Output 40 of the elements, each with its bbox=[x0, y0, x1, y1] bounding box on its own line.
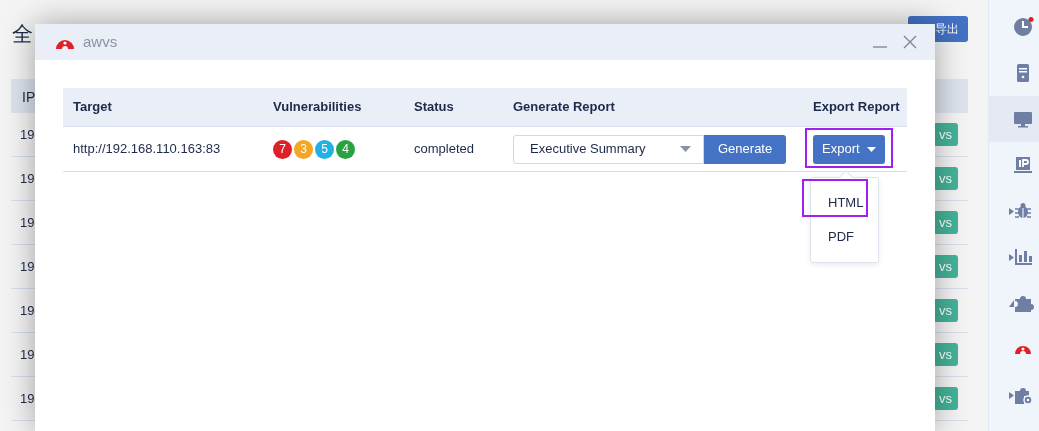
export-button[interactable]: Export bbox=[813, 134, 885, 164]
select-field[interactable]: Executive Summary bbox=[513, 134, 704, 164]
sidebar-item[interactable] bbox=[989, 96, 1039, 142]
table-cell-text: 19 bbox=[20, 213, 35, 232]
table-cell-text: 19 bbox=[20, 345, 35, 364]
tag-badge: vs bbox=[933, 342, 958, 367]
bar-chart-icon bbox=[1012, 247, 1033, 267]
table-cell-text: 19 bbox=[20, 169, 35, 188]
close-icon bbox=[903, 35, 917, 49]
table-cell-text: 19 bbox=[20, 389, 35, 408]
tag-badge: vs bbox=[933, 210, 958, 235]
count-badge: 4 bbox=[336, 139, 355, 159]
count-badge: 5 bbox=[315, 139, 334, 159]
caret-icon bbox=[680, 146, 691, 152]
table-cell-text: http://192.168.110.163:83 bbox=[72, 140, 222, 159]
monitor-icon bbox=[1012, 109, 1033, 129]
minimize-icon bbox=[873, 46, 887, 48]
generate-button[interactable]: Generate bbox=[704, 134, 787, 164]
count-badge: 3 bbox=[294, 139, 313, 159]
menu-item[interactable]: HTML bbox=[811, 185, 864, 220]
table-cell-text: 19 bbox=[20, 125, 35, 144]
ip-icon bbox=[1012, 155, 1033, 175]
tag-badge: vs bbox=[933, 122, 958, 147]
menu-item[interactable]: PDF bbox=[811, 219, 854, 254]
table-cell-text: 19 bbox=[20, 257, 35, 276]
close-button[interactable] bbox=[903, 35, 917, 49]
table-cell-text: completed bbox=[413, 140, 475, 159]
tag-badge: vs bbox=[933, 386, 958, 411]
tag-badge: vs bbox=[933, 298, 958, 323]
caret-icon bbox=[866, 146, 876, 152]
puzzle-icon bbox=[1012, 293, 1033, 313]
window-title: awvs bbox=[83, 31, 118, 52]
bug-icon bbox=[1012, 201, 1033, 221]
plugin-icon bbox=[1012, 385, 1033, 405]
count-badge: 7 bbox=[273, 139, 292, 159]
tag-badge: vs bbox=[933, 166, 958, 191]
logo-icon bbox=[1014, 344, 1031, 354]
table-cell-text: 19 bbox=[20, 301, 35, 320]
tag-badge: vs bbox=[933, 254, 958, 279]
page-title: 全 bbox=[12, 21, 33, 47]
